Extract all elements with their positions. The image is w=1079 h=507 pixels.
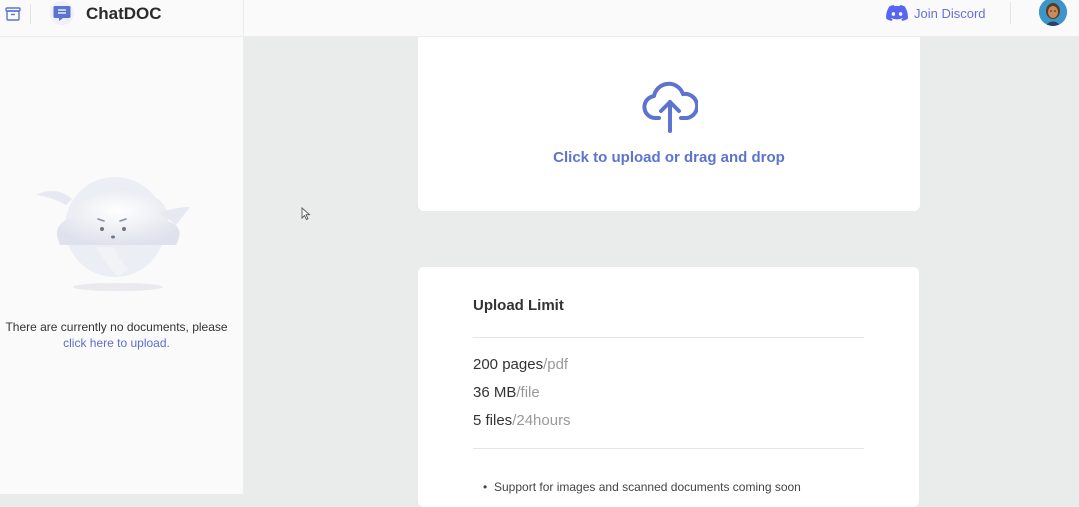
limit-value: 36 MB [473, 384, 517, 401]
limit-value: 200 pages [473, 356, 544, 373]
upload-limit-card: Upload Limit 200 pages/pdf 36 MB/file 5 … [418, 267, 919, 507]
limit-unit: /24hours [512, 412, 571, 429]
top-bar: ChatDOC Join Discord [0, 0, 1079, 37]
upload-limit-title: Upload Limit [473, 297, 564, 314]
discord-icon [886, 5, 908, 21]
coming-soon-note: Support for images and scanned documents… [483, 480, 801, 494]
limit-pages: 200 pages/pdf [473, 356, 568, 373]
limit-size: 36 MB/file [473, 384, 540, 401]
cloud-upload-icon [642, 81, 698, 133]
limit-unit: /file [516, 384, 540, 401]
empty-state-text: There are currently no documents, please [5, 320, 228, 334]
divider [243, 0, 244, 36]
sidebar: There are currently no documents, please… [0, 37, 244, 494]
join-discord-link[interactable]: Join Discord [886, 3, 986, 23]
archive-icon[interactable] [5, 6, 21, 22]
upload-dropzone[interactable]: Click to upload or drag and drop [418, 37, 920, 211]
divider [1010, 2, 1011, 24]
divider [473, 448, 864, 449]
avatar[interactable] [1039, 0, 1067, 26]
mouse-cursor-icon [301, 207, 311, 221]
limit-files: 5 files/24hours [473, 412, 571, 429]
upload-link[interactable]: click here to upload. [63, 336, 170, 350]
empty-state-cloud-illustration [36, 177, 190, 291]
limit-value: 5 files [473, 412, 513, 429]
avatar-image [1039, 0, 1067, 26]
chatdoc-logo-icon [50, 1, 74, 25]
empty-state-message: There are currently no documents, please… [0, 320, 233, 351]
divider [473, 337, 864, 338]
divider [30, 4, 31, 24]
upload-instruction: Click to upload or drag and drop [553, 149, 785, 166]
join-discord-label: Join Discord [914, 5, 986, 21]
brand-name: ChatDOC [86, 4, 162, 23]
limit-unit: /pdf [543, 356, 569, 373]
